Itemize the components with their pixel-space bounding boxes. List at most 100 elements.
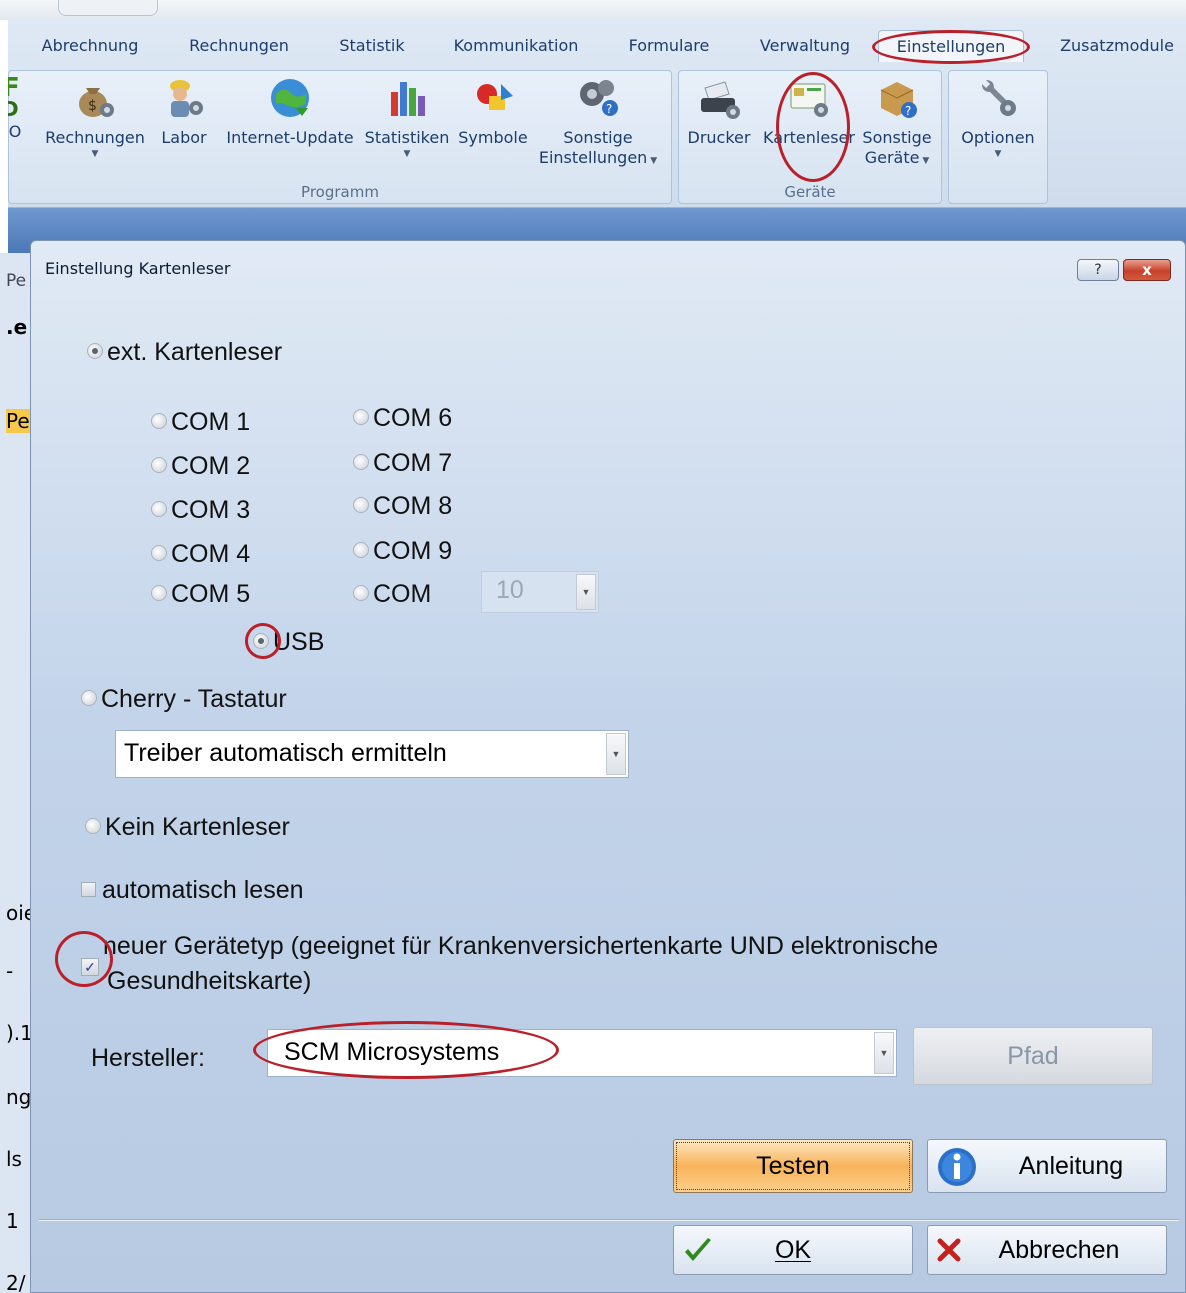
radio-selected-icon — [87, 343, 103, 360]
gears-help-icon: ? — [580, 80, 618, 116]
cherry-driver-value: Treiber automatisch ermitteln — [124, 739, 447, 767]
ribbon-label-sonstige-geraete-1: Sonstige — [862, 128, 932, 147]
ribbon-button-optionen[interactable]: Optionen ▼ — [954, 74, 1042, 160]
testen-button[interactable]: Testen — [673, 1139, 913, 1193]
com-port-number-select[interactable]: 10 ▼ — [481, 571, 599, 613]
checkbox-neuer-geraetetyp[interactable]: ✓neuer Gerätetyp (geeignet für Krankenve… — [81, 931, 939, 977]
radio-icon — [85, 818, 101, 835]
radio-icon — [151, 457, 167, 474]
ribbon-button-sonstige-geraete[interactable]: ? Sonstige Geräte ▼ — [858, 74, 936, 171]
radio-com9[interactable]: COM 9 — [353, 536, 452, 566]
tab-verwaltung[interactable]: Verwaltung — [756, 30, 854, 62]
tab-rechnungen[interactable]: Rechnungen — [184, 30, 294, 62]
radio-kein-kartenleser[interactable]: Kein Kartenleser — [85, 812, 290, 842]
ribbon-label-sonstige-einstellungen-2: Einstellungen — [538, 148, 648, 167]
radio-icon — [151, 501, 167, 518]
radio-icon — [81, 690, 97, 707]
chevron-down-icon: ▼ — [919, 156, 930, 166]
clipped-text: 2/ — [6, 1271, 26, 1293]
radio-com7[interactable]: COM 7 — [353, 448, 452, 478]
ribbon-button-sonstige-einstellungen[interactable]: ? Sonstige Einstellungen ▼ — [532, 74, 664, 171]
ribbon-button-drucker[interactable]: Drucker — [686, 74, 752, 148]
radio-label: Cherry - Tastatur — [101, 685, 287, 713]
radio-com3[interactable]: COM 3 — [151, 495, 250, 525]
radio-icon — [151, 545, 167, 562]
anleitung-button[interactable]: Anleitung — [927, 1139, 1167, 1193]
radio-com8[interactable]: COM 8 — [353, 491, 452, 521]
tab-abrechnung[interactable]: Abrechnung — [38, 30, 142, 62]
checkbox-label-continued: Gesundheitskarte) — [107, 967, 312, 995]
ribbon-button-symbole[interactable]: Symbole — [457, 74, 529, 148]
radio-label: COM 6 — [373, 404, 453, 432]
checkbox-automatisch-lesen[interactable]: automatisch lesen — [81, 875, 304, 905]
radio-label: COM 2 — [171, 452, 251, 480]
ok-label: OK — [774, 1236, 812, 1264]
radio-com6[interactable]: COM 6 — [353, 403, 452, 433]
clipped-text: .e — [6, 315, 28, 339]
anleitung-label: Anleitung — [1018, 1152, 1124, 1180]
svg-text:D: D — [8, 97, 19, 121]
radio-label: ext. Kartenleser — [107, 338, 283, 366]
radio-icon — [353, 454, 369, 471]
radio-icon — [353, 542, 369, 559]
chevron-down-icon: ▼ — [576, 574, 596, 610]
quick-access-toolbar[interactable] — [58, 0, 158, 16]
radio-label: COM 8 — [373, 492, 453, 520]
clipped-text: Pe — [6, 409, 30, 433]
abbrechen-button[interactable]: Abbrechen — [927, 1225, 1167, 1275]
ribbon-label-rechnungen: Rechnungen — [45, 128, 145, 147]
ribbon: Abrechnung Rechnungen Statistik Kommunik… — [8, 20, 1186, 208]
ribbon-button-rechnungen[interactable]: $ Rechnungen ▼ — [40, 74, 150, 160]
clipped-text: ).1 — [6, 1021, 33, 1045]
box-help-icon: ? — [880, 82, 917, 118]
radio-cherry-tastatur[interactable]: Cherry - Tastatur — [81, 684, 287, 714]
annotation-ring-checkbox — [55, 931, 113, 987]
ribbon-button-o[interactable]: F D O — [8, 74, 22, 142]
globe-update-icon — [271, 79, 309, 117]
labor-worker-icon — [170, 80, 203, 117]
tab-zusatzmodule[interactable]: Zusatzmodule — [1056, 30, 1178, 62]
help-button[interactable]: ? — [1077, 259, 1119, 281]
radio-com1[interactable]: COM 1 — [151, 407, 250, 437]
ribbon-button-labor[interactable]: Labor — [158, 74, 210, 148]
wrench-gear-icon — [982, 80, 1016, 116]
clipped-text: ng — [6, 1085, 32, 1109]
o-icon: F D — [8, 74, 20, 121]
ribbon-label-drucker: Drucker — [687, 128, 751, 147]
radio-com5[interactable]: COM 5 — [151, 579, 250, 609]
ribbon-label-sonstige-einstellungen-1: Sonstige — [563, 128, 633, 147]
tab-formulare[interactable]: Formulare — [626, 30, 712, 62]
radio-ext-kartenleser[interactable]: ext. Kartenleser — [87, 337, 282, 367]
chevron-down-icon: ▼ — [647, 156, 658, 166]
ribbon-button-internet-update[interactable]: Internet-Update — [220, 74, 360, 148]
radio-com4[interactable]: COM 4 — [151, 539, 250, 569]
ribbon-button-statistiken[interactable]: Statistiken ▼ — [362, 74, 452, 160]
moneybag-gear-icon: $ — [79, 88, 114, 117]
tab-statistik[interactable]: Statistik — [338, 30, 406, 62]
cherry-driver-select[interactable]: Treiber automatisch ermitteln ▼ — [115, 730, 629, 778]
ok-button[interactable]: OK — [673, 1225, 913, 1275]
annotation-ring-hersteller — [253, 1021, 559, 1079]
radio-icon — [353, 409, 369, 426]
radio-label: COM — [373, 580, 432, 608]
radio-com2[interactable]: COM 2 — [151, 451, 250, 481]
radio-icon — [353, 585, 369, 602]
checkmark-icon — [685, 1238, 711, 1261]
pfad-button[interactable]: Pfad — [913, 1027, 1153, 1085]
radio-label: Kein Kartenleser — [105, 813, 290, 841]
chevron-down-icon: ▼ — [606, 733, 626, 775]
ribbon-label-o: O — [8, 122, 22, 141]
radio-icon — [151, 413, 167, 430]
quick-access-strip — [0, 0, 1186, 20]
dialog-title: Einstellung Kartenleser — [45, 259, 231, 278]
checkbox-icon — [81, 881, 96, 897]
clipped-text: 1 — [6, 1209, 19, 1233]
com-port-number-value: 10 — [496, 576, 524, 604]
checkbox-label: neuer Gerätetyp (geeignet für Krankenver… — [103, 932, 939, 960]
radio-label: COM 1 — [171, 408, 251, 436]
chevron-down-icon: ▼ — [91, 149, 99, 159]
close-button[interactable]: x — [1123, 259, 1171, 281]
radio-com-custom[interactable]: COM — [353, 579, 431, 609]
svg-text:?: ? — [905, 104, 911, 118]
tab-kommunikation[interactable]: Kommunikation — [451, 30, 581, 62]
